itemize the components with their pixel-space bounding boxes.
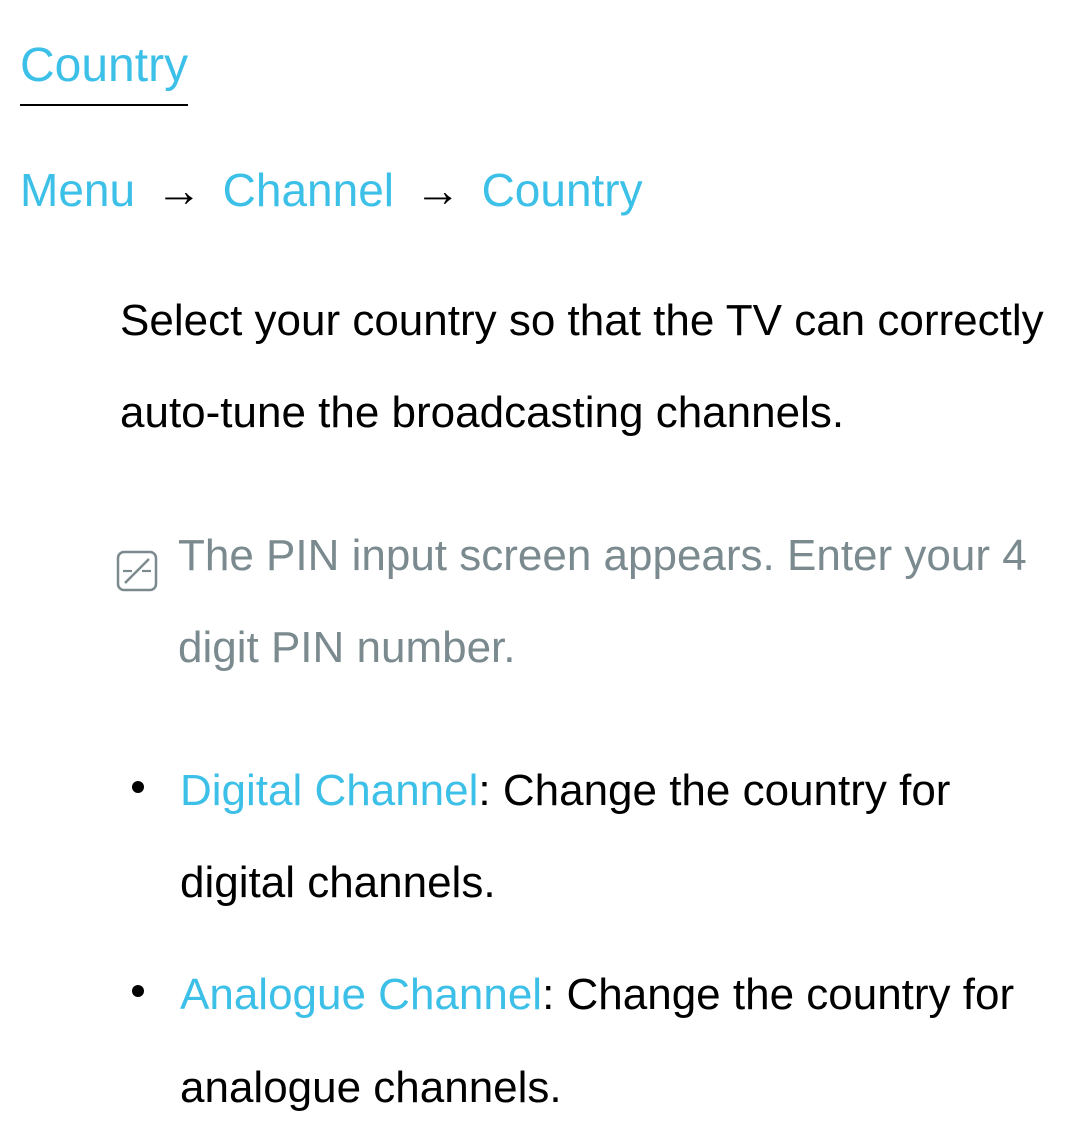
intro-text: Select your country so that the TV can c… xyxy=(120,275,1060,460)
page-title: Country xyxy=(20,30,188,106)
arrow-icon: → xyxy=(156,164,202,216)
bullet-icon xyxy=(132,781,144,793)
content-section: Select your country so that the TV can c… xyxy=(20,275,1060,1134)
note-icon xyxy=(116,532,158,624)
list-item: Analogue Channel: Change the country for… xyxy=(120,949,1060,1134)
breadcrumb: Menu → Channel → Country xyxy=(20,156,1060,225)
list-item: Digital Channel: Change the country for … xyxy=(120,745,1060,930)
options-list: Digital Channel: Change the country for … xyxy=(120,745,1060,1134)
breadcrumb-item-channel: Channel xyxy=(223,164,394,216)
option-label-digital: Digital Channel xyxy=(180,766,478,815)
note-text: The PIN input screen appears. Enter your… xyxy=(178,510,1060,695)
breadcrumb-item-country: Country xyxy=(482,164,643,216)
option-label-analogue: Analogue Channel xyxy=(180,970,542,1019)
note-section: The PIN input screen appears. Enter your… xyxy=(116,510,1060,695)
arrow-icon: → xyxy=(415,164,461,216)
breadcrumb-item-menu: Menu xyxy=(20,164,135,216)
bullet-icon xyxy=(132,985,144,997)
